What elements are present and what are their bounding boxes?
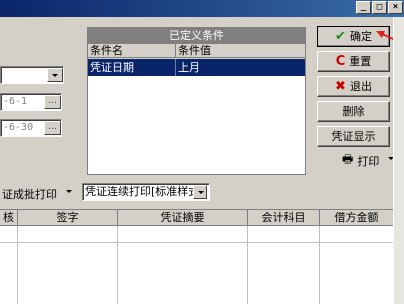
delete-button[interactable]: 删除	[317, 101, 390, 122]
column-condition-value[interactable]: 条件值	[176, 44, 305, 58]
printer-icon: 🖶	[342, 152, 354, 166]
close-button[interactable]: ×	[388, 1, 403, 14]
condition-row[interactable]: 凭证日期 上月	[88, 59, 305, 76]
window-title-bar	[0, 0, 404, 17]
reset-label: 重置	[349, 55, 372, 68]
maximize-button[interactable]: □	[372, 1, 387, 14]
grid-divider	[17, 226, 18, 304]
voucher-display-button[interactable]: 凭证显示	[317, 126, 390, 147]
column-debit-amount[interactable]: 借方金额	[320, 210, 393, 226]
batch-print-dropdown-icon[interactable]	[66, 190, 72, 193]
defined-conditions-panel: 已定义条件 条件名 条件值 凭证日期 上月	[87, 27, 306, 175]
date-to-picker-button[interactable]: …	[44, 121, 61, 135]
column-voucher-summary[interactable]: 凭证摘要	[118, 210, 248, 226]
checkmark-icon: ✔	[335, 29, 346, 44]
grid-divider	[319, 226, 320, 304]
chevron-down-icon[interactable]	[47, 68, 63, 82]
print-button[interactable]: 🖶 打印	[342, 150, 379, 171]
grid-divider	[247, 226, 248, 304]
grid-row-line	[0, 242, 393, 243]
column-audit[interactable]: 核	[0, 210, 18, 226]
voucher-display-label: 凭证显示	[331, 130, 376, 143]
condition-name-cell: 凭证日期	[88, 59, 176, 76]
exit-label: 退出	[349, 80, 372, 93]
grid-divider	[117, 226, 118, 304]
print-mode-value: 凭证连续打印[标准样式	[85, 185, 193, 198]
reset-icon: C	[335, 54, 346, 69]
condition-combo[interactable]	[0, 66, 64, 84]
batch-print-label: 证成批打印	[2, 188, 57, 201]
date-from-picker-button[interactable]: …	[44, 95, 61, 109]
minimize-button[interactable]: _	[356, 1, 371, 14]
grid-header: 核 签字 凭证摘要 会计科目 借方金额	[0, 210, 393, 226]
conditions-title: 已定义条件	[88, 28, 305, 44]
right-edge-border	[393, 17, 404, 304]
delete-label: 删除	[342, 105, 365, 118]
column-signature[interactable]: 签字	[18, 210, 118, 226]
date-to-field[interactable]: -6-30 …	[0, 119, 62, 137]
confirm-label: 确定	[349, 30, 372, 43]
print-label: 打印	[357, 154, 380, 168]
condition-value-cell: 上月	[178, 61, 200, 74]
conditions-column-header: 条件名 条件值	[88, 44, 305, 58]
column-account-subject[interactable]: 会计科目	[248, 210, 320, 226]
voucher-grid[interactable]: 核 签字 凭证摘要 会计科目 借方金额	[0, 209, 393, 304]
reset-button[interactable]: C 重置	[317, 51, 390, 72]
chevron-down-icon[interactable]	[193, 185, 207, 199]
column-condition-name[interactable]: 条件名	[88, 44, 176, 58]
date-from-field[interactable]: -6-1 …	[0, 93, 62, 111]
exit-button[interactable]: ✖ 退出	[317, 76, 390, 97]
print-mode-select[interactable]: 凭证连续打印[标准样式	[82, 183, 210, 201]
close-x-icon: ✖	[335, 79, 346, 94]
conditions-list[interactable]: 凭证日期 上月	[88, 59, 305, 174]
